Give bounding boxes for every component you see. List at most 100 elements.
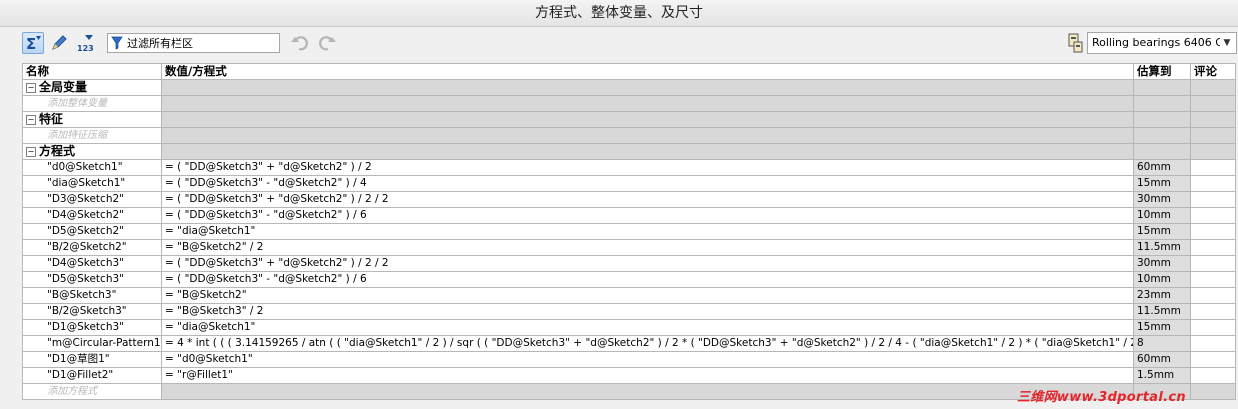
equation-value[interactable]: = "B@Sketch2" / 2: [161, 239, 1134, 256]
equation-estimate[interactable]: 15mm: [1133, 319, 1191, 336]
equation-estimate[interactable]: 60mm: [1133, 351, 1191, 368]
equation-comment[interactable]: [1190, 303, 1236, 320]
svg-text:123: 123: [77, 44, 94, 52]
equation-name[interactable]: "D4@Sketch2": [22, 207, 162, 224]
table-row[interactable]: "D5@Sketch2" = "dia@Sketch1" 15mm: [22, 223, 1236, 240]
equation-name[interactable]: "D5@Sketch2": [22, 223, 162, 240]
table-row[interactable]: "D1@Sketch3" = "dia@Sketch1" 15mm: [22, 319, 1236, 336]
configuration-select[interactable]: Rolling bearings 6406 GB 2 ▼: [1087, 32, 1237, 54]
equation-estimate[interactable]: 10mm: [1133, 207, 1191, 224]
filter-input[interactable]: [127, 35, 277, 51]
add-row: 添加整体变量: [22, 95, 1236, 112]
table-row[interactable]: "B/2@Sketch2" = "B@Sketch2" / 2 11.5mm: [22, 239, 1236, 256]
equation-comment[interactable]: [1190, 255, 1236, 272]
equation-value[interactable]: = ( "DD@Sketch3" + "d@Sketch2" ) / 2 / 2: [161, 255, 1134, 272]
equation-value[interactable]: = ( "DD@Sketch3" + "d@Sketch2" ) / 2 / 2: [161, 191, 1134, 208]
section-title: 全局变量: [39, 80, 88, 95]
table-row[interactable]: "dia@Sketch1" = ( "DD@Sketch3" - "d@Sketc…: [22, 175, 1236, 192]
table-row[interactable]: "m@Circular-Pattern1" = 4 * int ( ( ( 3.1…: [22, 335, 1236, 352]
chevron-down-icon[interactable]: ▼: [1220, 35, 1234, 51]
add-global-variable[interactable]: 添加整体变量: [22, 95, 162, 112]
equation-view-button[interactable]: Σ: [22, 32, 44, 54]
ordered-view-button[interactable]: 123: [75, 32, 97, 54]
column-header-comment[interactable]: 评论: [1190, 63, 1236, 80]
section-title: 方程式: [39, 144, 76, 159]
table-row[interactable]: "D4@Sketch3" = ( "DD@Sketch3" + "d@Sketch…: [22, 255, 1236, 272]
svg-text:Σ: Σ: [26, 35, 36, 52]
equation-value[interactable]: = "r@Fillet1": [161, 367, 1134, 384]
table-row[interactable]: "D1@草图1" = "d0@Sketch1" 60mm: [22, 351, 1236, 368]
add-feature-suppression[interactable]: 添加特征压缩: [22, 127, 162, 144]
equation-comment[interactable]: [1190, 159, 1236, 176]
equation-comment[interactable]: [1190, 175, 1236, 192]
equation-comment[interactable]: [1190, 367, 1236, 384]
filter-box[interactable]: [107, 33, 280, 53]
collapse-icon[interactable]: −: [26, 82, 36, 93]
table-row[interactable]: "D1@Fillet2" = "r@Fillet1" 1.5mm: [22, 367, 1236, 384]
equation-name[interactable]: "D1@草图1": [22, 351, 162, 368]
equation-comment[interactable]: [1190, 287, 1236, 304]
equation-comment[interactable]: [1190, 319, 1236, 336]
section-title: 特征: [39, 112, 64, 127]
section-equations: − 方程式: [22, 143, 1236, 160]
equation-estimate[interactable]: 60mm: [1133, 159, 1191, 176]
table-row[interactable]: "D4@Sketch2" = ( "DD@Sketch3" - "d@Sketch…: [22, 207, 1236, 224]
equation-name[interactable]: "B@Sketch3": [22, 287, 162, 304]
equation-name[interactable]: "D1@Sketch3": [22, 319, 162, 336]
equation-value[interactable]: = ( "DD@Sketch3" + "d@Sketch2" ) / 2: [161, 159, 1134, 176]
equation-estimate[interactable]: 8: [1133, 335, 1191, 352]
table-row[interactable]: "d0@Sketch1" = ( "DD@Sketch3" + "d@Sketch…: [22, 159, 1236, 176]
equation-name[interactable]: "D3@Sketch2": [22, 191, 162, 208]
equation-value[interactable]: = ( "DD@Sketch3" - "d@Sketch2" ) / 4: [161, 175, 1134, 192]
equation-comment[interactable]: [1190, 223, 1236, 240]
equation-name[interactable]: "D5@Sketch3": [22, 271, 162, 288]
column-header-estimate[interactable]: 估算到: [1133, 63, 1191, 80]
equation-value[interactable]: = "B@Sketch3" / 2: [161, 303, 1134, 320]
equation-estimate[interactable]: 1.5mm: [1133, 367, 1191, 384]
equation-name[interactable]: "B/2@Sketch2": [22, 239, 162, 256]
table-row[interactable]: "B/2@Sketch3" = "B@Sketch3" / 2 11.5mm: [22, 303, 1236, 320]
redo-icon[interactable]: [317, 33, 337, 53]
equation-name[interactable]: "m@Circular-Pattern1": [22, 335, 162, 352]
equation-comment[interactable]: [1190, 207, 1236, 224]
sketch-equation-view-button[interactable]: [48, 32, 70, 54]
table-row[interactable]: "D5@Sketch3" = ( "DD@Sketch3" - "d@Sketch…: [22, 271, 1236, 288]
equation-value[interactable]: = "B@Sketch2": [161, 287, 1134, 304]
add-equation[interactable]: 添加方程式: [22, 383, 162, 400]
equation-name[interactable]: "D1@Fillet2": [22, 367, 162, 384]
equation-estimate[interactable]: 10mm: [1133, 271, 1191, 288]
equation-value[interactable]: = 4 * int ( ( ( 3.14159265 / atn ( ( "di…: [161, 335, 1134, 352]
equation-value[interactable]: = ( "DD@Sketch3" - "d@Sketch2" ) / 6: [161, 207, 1134, 224]
equation-comment[interactable]: [1190, 271, 1236, 288]
equation-name[interactable]: "dia@Sketch1": [22, 175, 162, 192]
equation-value[interactable]: = ( "DD@Sketch3" - "d@Sketch2" ) / 6: [161, 271, 1134, 288]
equation-value[interactable]: = "d0@Sketch1": [161, 351, 1134, 368]
section-features: − 特征: [22, 111, 1236, 128]
table-row[interactable]: "D3@Sketch2" = ( "DD@Sketch3" + "d@Sketch…: [22, 191, 1236, 208]
equation-name[interactable]: "B/2@Sketch3": [22, 303, 162, 320]
table-row[interactable]: "B@Sketch3" = "B@Sketch2" 23mm: [22, 287, 1236, 304]
add-row: 添加特征压缩: [22, 127, 1236, 144]
collapse-icon[interactable]: −: [26, 146, 36, 157]
equation-estimate[interactable]: 11.5mm: [1133, 239, 1191, 256]
equation-name[interactable]: "D4@Sketch3": [22, 255, 162, 272]
collapse-icon[interactable]: −: [26, 114, 36, 125]
equation-estimate[interactable]: 30mm: [1133, 191, 1191, 208]
toolbar: Σ 123 Rolling bearings 6406 GB: [0, 27, 1238, 61]
column-header-value[interactable]: 数值/方程式: [161, 63, 1134, 80]
equation-value[interactable]: = "dia@Sketch1": [161, 319, 1134, 336]
equation-comment[interactable]: [1190, 335, 1236, 352]
equation-comment[interactable]: [1190, 191, 1236, 208]
equation-comment[interactable]: [1190, 351, 1236, 368]
equation-estimate[interactable]: 15mm: [1133, 175, 1191, 192]
watermark: 三维网www.3dportal.cn: [1017, 390, 1186, 405]
equation-value[interactable]: = "dia@Sketch1": [161, 223, 1134, 240]
equation-comment[interactable]: [1190, 239, 1236, 256]
equation-estimate[interactable]: 23mm: [1133, 287, 1191, 304]
equation-estimate[interactable]: 11.5mm: [1133, 303, 1191, 320]
equation-name[interactable]: "d0@Sketch1": [22, 159, 162, 176]
undo-icon[interactable]: [290, 33, 310, 53]
column-header-name[interactable]: 名称: [22, 63, 162, 80]
equation-estimate[interactable]: 30mm: [1133, 255, 1191, 272]
equation-estimate[interactable]: 15mm: [1133, 223, 1191, 240]
